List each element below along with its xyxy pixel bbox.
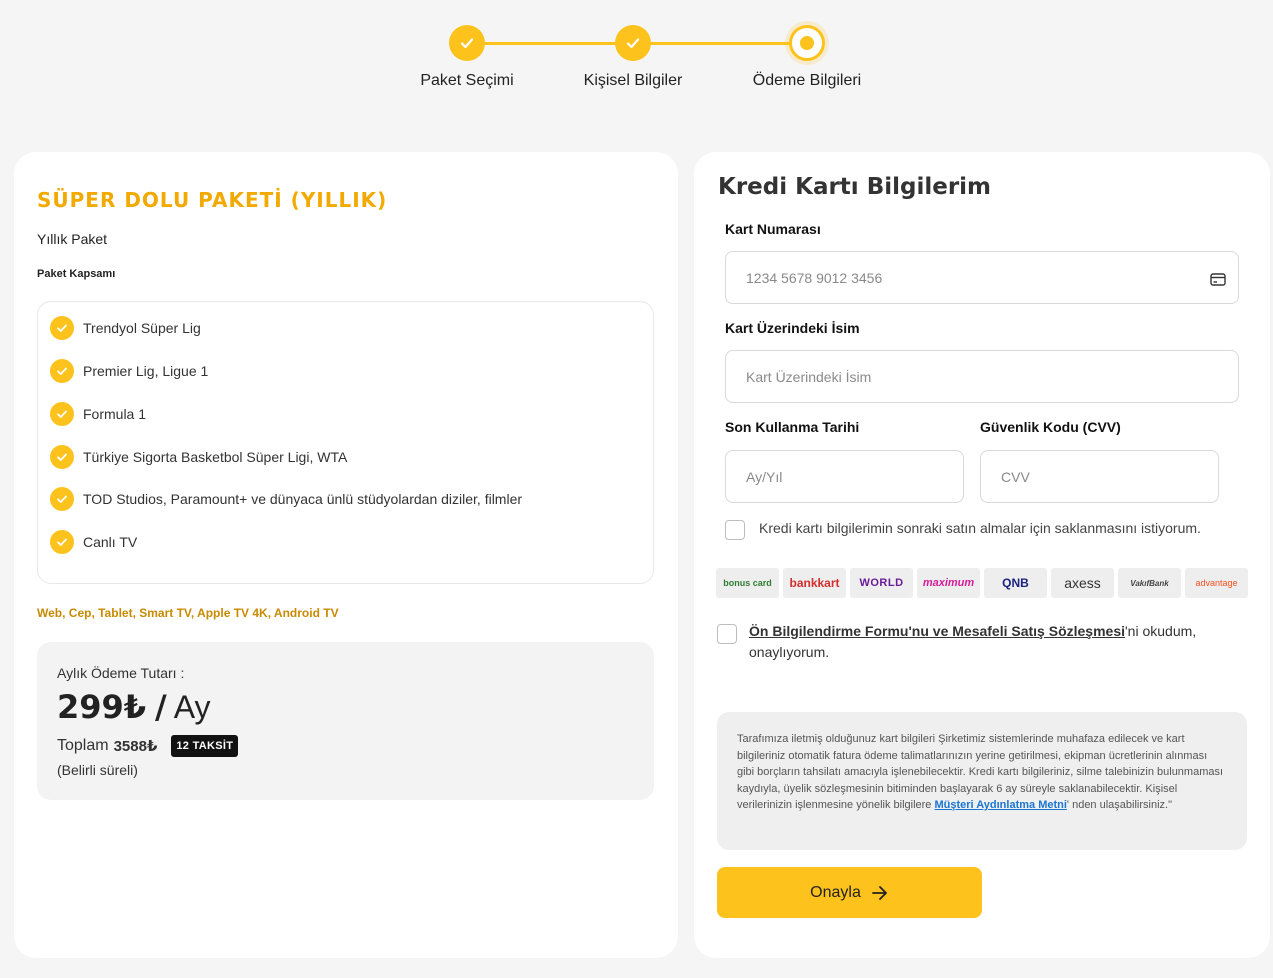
package-title: SÜPER DOLU PAKETİ (YILLIK): [37, 188, 388, 212]
qnb-logo: QNB: [984, 568, 1047, 598]
stepper-connector: [467, 42, 633, 45]
supported-devices: Web, Cep, Tablet, Smart TV, Apple TV 4K,…: [37, 606, 339, 620]
advantage-logo: advantage: [1185, 568, 1248, 598]
list-item: Trendyol Süper Lig: [50, 316, 201, 340]
list-item: Türkiye Sigorta Basketbol Süper Ligi, WT…: [50, 445, 347, 469]
agreement-text: Ön Bilgilendirme Formu'nu ve Mesafeli Sa…: [749, 621, 1249, 663]
card-number-input[interactable]: 1234 5678 9012 3456: [725, 251, 1239, 304]
total-label: Toplam: [57, 737, 109, 754]
price-total: Toplam 3588₺ 12 TAKSİT: [57, 735, 239, 757]
feature-label: Formula 1: [83, 406, 147, 422]
bonus-card-logo: bonus card: [716, 568, 779, 598]
credit-card-icon: [1210, 273, 1251, 291]
step-done-icon: [615, 25, 651, 61]
step-label-personal: Kişisel Bilgiler: [583, 72, 683, 89]
check-icon: [50, 530, 74, 554]
package-scope-label: Paket Kapsamı: [37, 268, 116, 280]
card-name-label: Kart Üzerindeki İsim: [725, 320, 860, 336]
total-value: 3588₺: [113, 738, 158, 755]
price-summary: Aylık Ödeme Tutarı : 299₺ / Ay Toplam 35…: [37, 642, 654, 800]
card-storage-info: Tarafımıza iletmiş olduğunuz kart bilgil…: [717, 712, 1247, 850]
payment-form-panel: Kredi Kartı Bilgilerim Kart Numarası 123…: [694, 152, 1270, 958]
arrow-right-icon: [871, 885, 887, 900]
confirm-button[interactable]: Onayla: [717, 867, 982, 918]
monthly-price-label: Aylık Ödeme Tutarı :: [57, 665, 185, 681]
feature-label: Canlı TV: [83, 534, 138, 550]
payment-title: Kredi Kartı Bilgilerim: [718, 174, 992, 200]
feature-list: Trendyol Süper Lig Premier Lig, Ligue 1 …: [37, 301, 654, 584]
check-icon: [50, 316, 74, 340]
cvv-label: Güvenlik Kodu (CVV): [980, 419, 1121, 435]
check-icon: [50, 402, 74, 426]
card-number-label: Kart Numarası: [725, 221, 821, 237]
save-card-label: Kredi kartı bilgilerimin sonraki satın a…: [759, 520, 1201, 536]
vakifbank-logo: VakıfBank: [1118, 568, 1181, 598]
feature-label: Premier Lig, Ligue 1: [83, 363, 209, 379]
package-summary-panel: SÜPER DOLU PAKETİ (YILLIK) Yıllık Paket …: [14, 152, 678, 958]
bankkart-logo: bankkart: [783, 568, 846, 598]
check-icon: [50, 445, 74, 469]
feature-label: TOD Studios, Paramount+ ve dünyaca ünlü …: [83, 491, 523, 507]
checkout-stepper: Paket Seçimi Kişisel Bilgiler Ödeme Bilg…: [0, 22, 1273, 102]
maximum-logo: maximum: [917, 568, 980, 598]
step-done-icon: [449, 25, 485, 61]
installment-badge: 12 TAKSİT: [171, 735, 239, 757]
bank-logos: bonus card bankkart WORLD maximum QNB ax…: [716, 568, 1248, 598]
cvv-input[interactable]: CVV: [980, 450, 1219, 503]
step-label-payment: Ödeme Bilgileri: [752, 72, 862, 89]
axess-logo: axess: [1051, 568, 1114, 598]
price-separator: /: [154, 688, 167, 726]
privacy-notice-link[interactable]: Müşteri Aydınlatma Metni: [934, 799, 1066, 811]
list-item: Formula 1: [50, 402, 146, 426]
package-subtitle: Yıllık Paket: [37, 231, 108, 247]
list-item: Canlı TV: [50, 530, 137, 554]
check-icon: [50, 359, 74, 383]
price-period: Ay: [173, 689, 211, 725]
agreement-checkbox[interactable]: [717, 624, 737, 644]
card-name-input[interactable]: Kart Üzerindeki İsim: [725, 350, 1239, 403]
feature-label: Trendyol Süper Lig: [83, 320, 201, 336]
list-item: TOD Studios, Paramount+ ve dünyaca ünlü …: [50, 487, 522, 511]
world-logo: WORLD: [850, 568, 913, 598]
agreement-link[interactable]: Ön Bilgilendirme Formu'nu ve Mesafeli Sa…: [749, 623, 1125, 639]
monthly-price: 299₺ / Ay: [57, 688, 211, 726]
confirm-label: Onayla: [810, 883, 861, 901]
price-amount: 299₺: [57, 688, 147, 726]
list-item: Premier Lig, Ligue 1: [50, 359, 208, 383]
expiry-label: Son Kullanma Tarihi: [725, 419, 860, 435]
save-card-checkbox[interactable]: [725, 520, 745, 540]
check-icon: [50, 487, 74, 511]
stepper-connector: [633, 42, 807, 45]
expiry-input[interactable]: Ay/Yıl: [725, 450, 964, 503]
info-suffix: ' nden ulaşabilirsiniz.": [1066, 799, 1172, 811]
contract-note: (Belirli süreli): [57, 762, 138, 778]
feature-label: Türkiye Sigorta Basketbol Süper Ligi, WT…: [83, 449, 348, 465]
step-current-icon: [789, 25, 825, 61]
